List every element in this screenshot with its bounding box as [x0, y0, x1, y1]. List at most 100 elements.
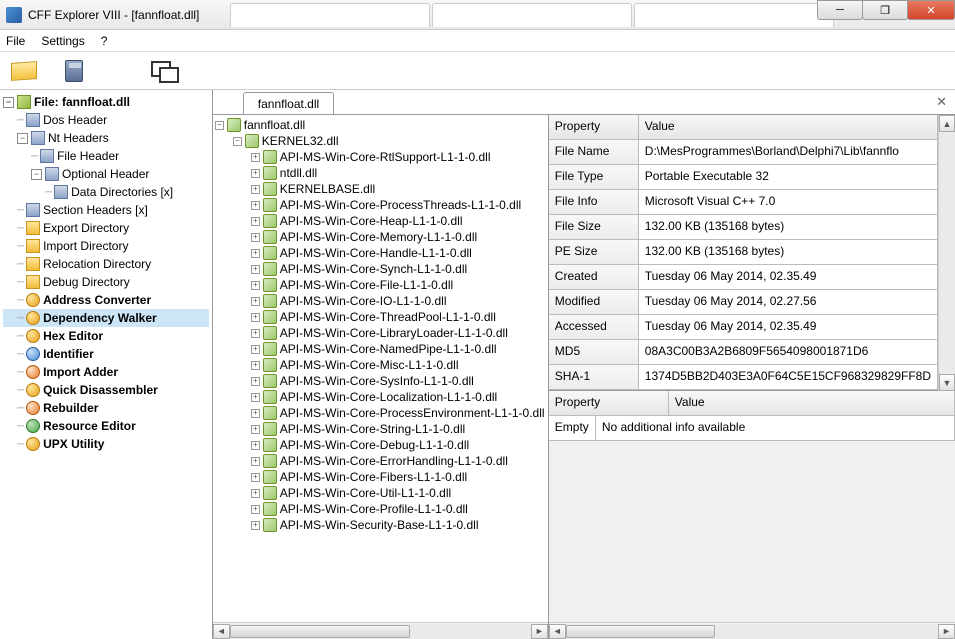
dependency-item[interactable]: +API-MS-Win-Core-ProcessThreads-L1-1-0.d…	[215, 197, 546, 213]
dependency-item[interactable]: +API-MS-Win-Security-Base-L1-1-0.dll	[215, 517, 546, 533]
open-file-icon[interactable]	[10, 57, 38, 85]
menu-file[interactable]: File	[6, 34, 25, 48]
tree-toggle-icon[interactable]: +	[251, 505, 260, 514]
maximize-button[interactable]: ❐	[862, 0, 908, 20]
dependency-item[interactable]: +API-MS-Win-Core-Fibers-L1-1-0.dll	[215, 469, 546, 485]
horizontal-scrollbar[interactable]: ◄ ►	[213, 622, 548, 639]
dependency-item[interactable]: +API-MS-Win-Core-IO-L1-1-0.dll	[215, 293, 546, 309]
tree-item[interactable]: ─UPX Utility	[3, 435, 209, 453]
save-icon[interactable]	[60, 57, 88, 85]
cascade-windows-icon[interactable]	[150, 57, 178, 85]
dependency-item[interactable]: +API-MS-Win-Core-Util-L1-1-0.dll	[215, 485, 546, 501]
tree-toggle-icon[interactable]: +	[251, 249, 260, 258]
tree-toggle-icon[interactable]: +	[251, 281, 260, 290]
close-button[interactable]: ✕	[907, 0, 955, 20]
tree-item[interactable]: ─Quick Disassembler	[3, 381, 209, 399]
tree-toggle-icon[interactable]: +	[251, 185, 260, 194]
menu-settings[interactable]: Settings	[41, 34, 84, 48]
tree-item[interactable]: −Optional Header	[3, 165, 209, 183]
tree-toggle-icon[interactable]: +	[251, 201, 260, 210]
tree-toggle-icon[interactable]: +	[251, 521, 260, 530]
col-property[interactable]: Property	[549, 391, 669, 416]
tree-toggle-icon[interactable]: −	[31, 169, 42, 180]
tree-item[interactable]: ─Identifier	[3, 345, 209, 363]
dependency-item[interactable]: +API-MS-Win-Core-ProcessEnvironment-L1-1…	[215, 405, 546, 421]
horizontal-scrollbar[interactable]: ◄ ►	[549, 622, 955, 639]
dependency-item[interactable]: +API-MS-Win-Core-Heap-L1-1-0.dll	[215, 213, 546, 229]
tree-toggle-icon[interactable]: +	[251, 393, 260, 402]
tree-item[interactable]: −File: fannfloat.dll	[3, 93, 209, 111]
scroll-left-icon[interactable]: ◄	[213, 624, 230, 639]
dependency-item[interactable]: +API-MS-Win-Core-Debug-L1-1-0.dll	[215, 437, 546, 453]
dependency-item[interactable]: +KERNELBASE.dll	[215, 181, 546, 197]
tree-toggle-icon[interactable]: +	[251, 153, 260, 162]
tree-toggle-icon[interactable]: +	[251, 473, 260, 482]
tree-toggle-icon[interactable]: +	[251, 361, 260, 370]
tree-toggle-icon[interactable]: +	[251, 345, 260, 354]
dependency-item[interactable]: +API-MS-Win-Core-ErrorHandling-L1-1-0.dl…	[215, 453, 546, 469]
tree-toggle-icon[interactable]: −	[17, 133, 28, 144]
dependency-item[interactable]: +API-MS-Win-Core-ThreadPool-L1-1-0.dll	[215, 309, 546, 325]
tree-toggle-icon[interactable]: +	[251, 409, 260, 418]
tree-item[interactable]: ─Address Converter	[3, 291, 209, 309]
col-property[interactable]: Property	[549, 115, 639, 140]
dependency-item[interactable]: +API-MS-Win-Core-LibraryLoader-L1-1-0.dl…	[215, 325, 546, 341]
dependency-item[interactable]: +ntdll.dll	[215, 165, 546, 181]
dependency-item[interactable]: +API-MS-Win-Core-Memory-L1-1-0.dll	[215, 229, 546, 245]
dependency-item[interactable]: +API-MS-Win-Core-Localization-L1-1-0.dll	[215, 389, 546, 405]
document-tab[interactable]: fannfloat.dll	[243, 92, 334, 114]
property-row[interactable]: File TypePortable Executable 32	[549, 165, 938, 190]
tree-item[interactable]: ─Dos Header	[3, 111, 209, 129]
tree-toggle-icon[interactable]: +	[251, 233, 260, 242]
property-row[interactable]: ModifiedTuesday 06 May 2014, 02.27.56	[549, 290, 938, 315]
vertical-scrollbar[interactable]: ▲ ▼	[938, 115, 955, 391]
dependency-item[interactable]: +API-MS-Win-Core-RtlSupport-L1-1-0.dll	[215, 149, 546, 165]
dependency-item[interactable]: +API-MS-Win-Core-Profile-L1-1-0.dll	[215, 501, 546, 517]
property-row[interactable]: MD508A3C00B3A2B6809F5654098001871D6	[549, 340, 938, 365]
tree-toggle-icon[interactable]: +	[251, 169, 260, 178]
tree-item[interactable]: ─Relocation Directory	[3, 255, 209, 273]
scroll-right-icon[interactable]: ►	[938, 624, 955, 639]
property-row[interactable]: File Size132.00 KB (135168 bytes)	[549, 215, 938, 240]
dependency-item[interactable]: +API-MS-Win-Core-String-L1-1-0.dll	[215, 421, 546, 437]
tree-item[interactable]: ─File Header	[3, 147, 209, 165]
dependency-item[interactable]: +API-MS-Win-Core-NamedPipe-L1-1-0.dll	[215, 341, 546, 357]
col-value[interactable]: Value	[669, 391, 955, 416]
minimize-button[interactable]: ─	[817, 0, 863, 20]
tab-close-icon[interactable]: ✕	[936, 94, 947, 110]
property-row[interactable]: SHA-11374D5BB2D403E3A0F64C5E15CF96832982…	[549, 365, 938, 390]
tree-item[interactable]: ─Dependency Walker	[3, 309, 209, 327]
tree-toggle-icon[interactable]: −	[215, 121, 224, 130]
tree-toggle-icon[interactable]: −	[3, 97, 14, 108]
dependency-item[interactable]: +API-MS-Win-Core-SysInfo-L1-1-0.dll	[215, 373, 546, 389]
tree-toggle-icon[interactable]: +	[251, 329, 260, 338]
tree-item[interactable]: ─Debug Directory	[3, 273, 209, 291]
tree-toggle-icon[interactable]: +	[251, 297, 260, 306]
scroll-down-icon[interactable]: ▼	[939, 374, 955, 391]
dependency-item[interactable]: +API-MS-Win-Core-Misc-L1-1-0.dll	[215, 357, 546, 373]
scroll-right-icon[interactable]: ►	[531, 624, 548, 639]
tree-toggle-icon[interactable]: +	[251, 265, 260, 274]
scroll-up-icon[interactable]: ▲	[939, 115, 955, 132]
dependency-item[interactable]: +API-MS-Win-Core-File-L1-1-0.dll	[215, 277, 546, 293]
tree-item[interactable]: −Nt Headers	[3, 129, 209, 147]
tree-toggle-icon[interactable]: +	[251, 457, 260, 466]
property-row[interactable]: PE Size132.00 KB (135168 bytes)	[549, 240, 938, 265]
property-row[interactable]: File InfoMicrosoft Visual C++ 7.0	[549, 190, 938, 215]
property-row[interactable]: AccessedTuesday 06 May 2014, 02.35.49	[549, 315, 938, 340]
dependency-item[interactable]: −fannfloat.dll	[215, 117, 546, 133]
tree-item[interactable]: ─Resource Editor	[3, 417, 209, 435]
dependency-item[interactable]: +API-MS-Win-Core-Handle-L1-1-0.dll	[215, 245, 546, 261]
tree-item[interactable]: ─Rebuilder	[3, 399, 209, 417]
tree-toggle-icon[interactable]: +	[251, 441, 260, 450]
menu-help[interactable]: ?	[101, 34, 108, 48]
tree-toggle-icon[interactable]: +	[251, 377, 260, 386]
scroll-left-icon[interactable]: ◄	[549, 624, 566, 639]
property-row[interactable]: File NameD:\MesProgrammes\Borland\Delphi…	[549, 140, 938, 165]
tree-item[interactable]: ─Section Headers [x]	[3, 201, 209, 219]
tree-item[interactable]: ─Hex Editor	[3, 327, 209, 345]
tree-item[interactable]: ─Import Directory	[3, 237, 209, 255]
tree-item[interactable]: ─Data Directories [x]	[3, 183, 209, 201]
tree-item[interactable]: ─Import Adder	[3, 363, 209, 381]
tree-toggle-icon[interactable]: +	[251, 489, 260, 498]
